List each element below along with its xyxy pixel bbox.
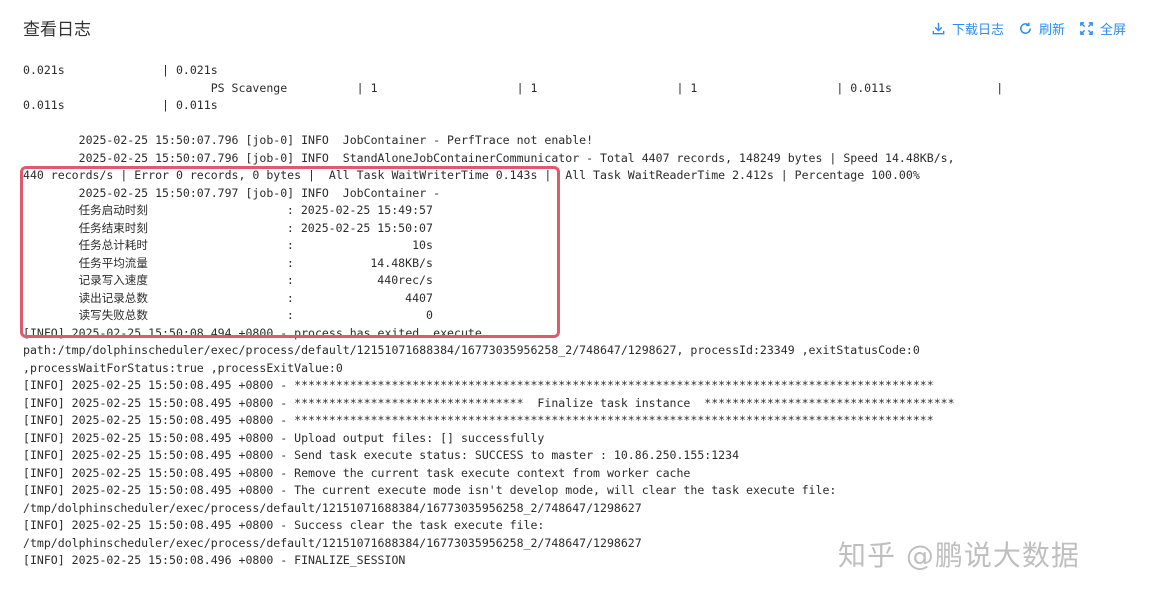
refresh-button[interactable]: 刷新 <box>1018 19 1065 38</box>
log-line: [INFO] 2025-02-25 15:50:08.495 +0800 - *… <box>23 413 934 427</box>
log-line: [INFO] 2025-02-25 15:50:08.495 +0800 - T… <box>23 483 837 497</box>
log-line: [INFO] 2025-02-25 15:50:08.495 +0800 - U… <box>23 430 545 445</box>
fullscreen-icon <box>1079 21 1094 36</box>
fullscreen-button[interactable]: 全屏 <box>1079 19 1126 38</box>
log-line: 任务结束时刻 : 2025-02-25 15:50:07 <box>23 220 433 235</box>
download-icon <box>931 21 946 36</box>
download-log-label: 下载日志 <box>951 23 1004 38</box>
refresh-icon <box>1018 21 1033 36</box>
log-line: 任务启动时刻 : 2025-02-25 15:49:57 <box>23 203 433 217</box>
log-line: PS Scavenge | 1 | 1 | 1 | 0.011s | <box>23 80 1004 95</box>
download-log-button[interactable]: 下载日志 <box>931 19 1004 38</box>
log-line: 任务平均流量 : 14.48KB/s <box>23 255 433 270</box>
page-title: 查看日志 <box>23 20 91 40</box>
log-line: [INFO] 2025-02-25 15:50:08.495 +0800 - *… <box>23 395 955 410</box>
log-line: 440 records/s | Error 0 records, 0 bytes… <box>23 168 920 182</box>
log-line: /tmp/dolphinscheduler/exec/process/defau… <box>23 500 642 515</box>
header-actions: 下载日志 刷新 全屏 <box>931 19 1126 38</box>
log-line: [INFO] 2025-02-25 15:50:08.495 +0800 - *… <box>23 378 934 392</box>
log-content[interactable]: 0.021s | 0.021s PS Scavenge | 1 | 1 | 1 … <box>23 62 1138 592</box>
log-line: [INFO] 2025-02-25 15:50:08.495 +0800 - S… <box>23 448 740 462</box>
watermark: 知乎 @鹏说大数据 <box>838 534 1080 574</box>
log-line: 2025-02-25 15:50:07.796 [job-0] INFO Job… <box>23 133 594 147</box>
fullscreen-label: 全屏 <box>1099 23 1126 38</box>
watermark-text: 知乎 @鹏说大数据 <box>838 539 1080 572</box>
log-line: 记录写入速度 : 440rec/s <box>23 273 433 287</box>
log-line: 0.021s | 0.021s <box>23 63 218 77</box>
log-line: 2025-02-25 15:50:07.797 [job-0] INFO Job… <box>23 185 441 200</box>
log-line: [INFO] 2025-02-25 15:50:08.494 +0800 - p… <box>23 325 482 340</box>
log-line: 读出记录总数 : 4407 <box>23 290 433 305</box>
log-line: 0.011s | 0.011s <box>23 98 218 112</box>
log-line: path:/tmp/dolphinscheduler/exec/process/… <box>23 343 920 357</box>
refresh-label: 刷新 <box>1038 23 1065 38</box>
log-line: ,processWaitForStatus:true ,processExitV… <box>23 360 343 375</box>
log-line: 读写失败总数 : 0 <box>23 308 433 322</box>
log-dialog-header: 查看日志 下载日志 刷新 全屏 <box>0 0 1150 56</box>
log-line: [INFO] 2025-02-25 15:50:08.495 +0800 - S… <box>23 518 545 532</box>
log-line: 2025-02-25 15:50:07.796 [job-0] INFO Sta… <box>23 150 955 165</box>
log-line: 任务总计耗时 : 10s <box>23 238 433 252</box>
log-line: [INFO] 2025-02-25 15:50:08.495 +0800 - R… <box>23 465 691 480</box>
